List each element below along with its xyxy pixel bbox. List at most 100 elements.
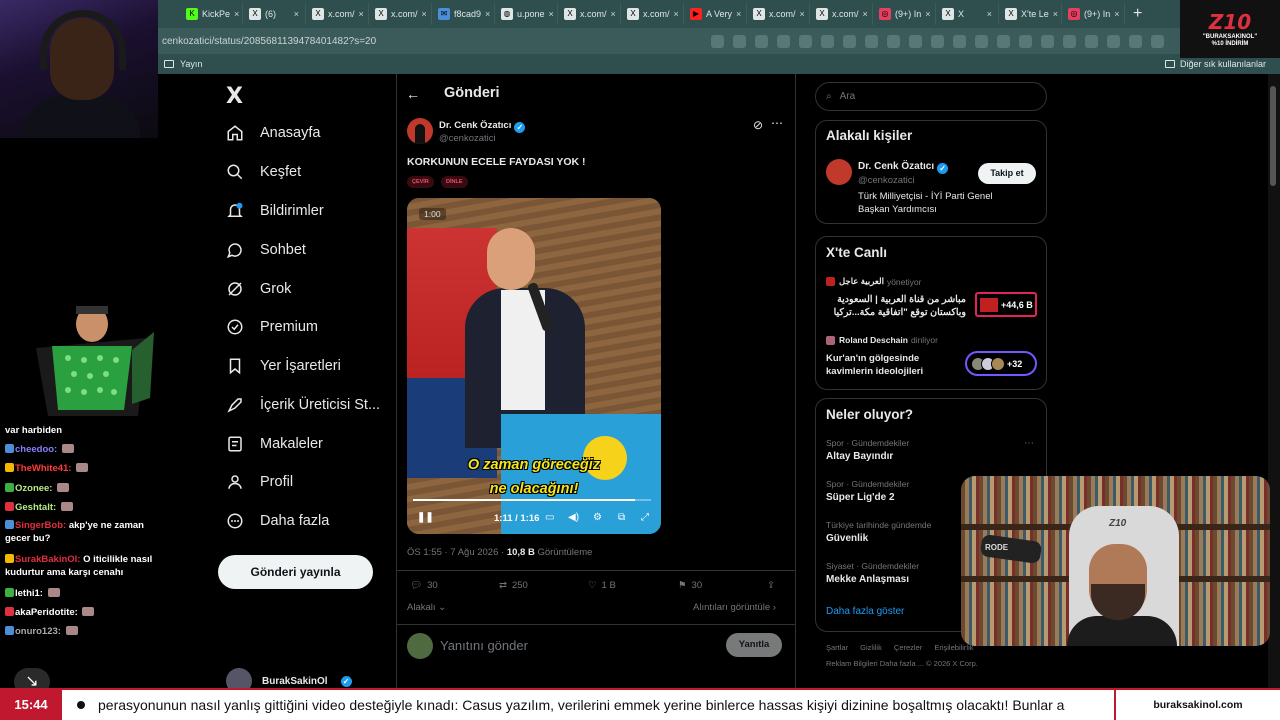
- chat-username[interactable]: cheedoo:: [15, 444, 57, 455]
- nav-item-user[interactable]: Profil: [226, 469, 293, 495]
- close-icon[interactable]: ×: [549, 9, 554, 19]
- translate-pill[interactable]: ÇEVİR: [407, 176, 434, 188]
- extension-icon[interactable]: [777, 34, 790, 48]
- browser-tab[interactable]: Xx.com/ ×: [558, 3, 621, 25]
- live-host[interactable]: العربية عاجل yönetiyor: [826, 276, 921, 287]
- nav-item-premium[interactable]: Premium: [226, 314, 318, 340]
- close-icon[interactable]: ×: [1114, 9, 1119, 19]
- chat-username[interactable]: lethi1:: [15, 588, 43, 599]
- captions-icon[interactable]: ▭: [545, 512, 554, 523]
- extension-icon[interactable]: [1019, 34, 1032, 48]
- nav-item-rocket[interactable]: İçerik Üreticisi St...: [226, 392, 380, 418]
- nav-item-search[interactable]: Keşfet: [226, 159, 301, 185]
- trend-name[interactable]: Altay Bayındır: [826, 451, 893, 462]
- browser-tab[interactable]: Xx.com/ ×: [810, 3, 873, 25]
- related-name[interactable]: Dr. Cenk Özatıcı ✓: [858, 161, 949, 174]
- live-host[interactable]: Roland Deschain dinliyor: [826, 335, 938, 345]
- view-quotes-link[interactable]: Alıntıları görüntüle ›: [693, 602, 776, 613]
- extension-icon[interactable]: [799, 34, 812, 48]
- extension-icon[interactable]: [1107, 34, 1120, 48]
- author-name[interactable]: Dr. Cenk Özatıcı ✓: [439, 120, 526, 133]
- footer-links[interactable]: Şartlar Gizlilik Çerezler Erişilebilirli…: [826, 643, 974, 652]
- extension-icon[interactable]: [1151, 34, 1164, 48]
- url-text[interactable]: cenkozatici/status/2085681139478401482?s…: [162, 36, 376, 47]
- browser-tab[interactable]: ✉ f8cad9 ×: [432, 3, 495, 25]
- extension-icon[interactable]: [821, 34, 834, 48]
- trend-name[interactable]: Mekke Anlaşması: [826, 574, 909, 585]
- browser-tab[interactable]: X (6) ×: [243, 3, 306, 25]
- bookmark-action[interactable]: ⚑ 30: [678, 580, 702, 591]
- avatar[interactable]: [826, 159, 852, 185]
- close-icon[interactable]: ×: [234, 9, 239, 19]
- live-item-title[interactable]: Kur'an'ın gölgesinde kavimlerin ideoloji…: [826, 352, 966, 378]
- like-action[interactable]: ♡ 1 B: [588, 580, 616, 591]
- nav-item-more[interactable]: Daha fazla: [226, 508, 329, 534]
- chat-username[interactable]: SurakBakinOl:: [15, 554, 80, 565]
- chat-username[interactable]: SingerBob:: [15, 520, 66, 531]
- nav-item-home[interactable]: Anasayfa: [226, 120, 320, 146]
- follow-button[interactable]: Takip et: [978, 163, 1036, 184]
- close-icon[interactable]: ×: [674, 9, 679, 19]
- footer-links[interactable]: Reklam Bilgileri Daha fazla ... © 2026 X…: [826, 659, 978, 668]
- chat-username[interactable]: akaPeridotite:: [15, 607, 78, 618]
- browser-tab[interactable]: ◎ (9+) In ×: [1062, 3, 1125, 25]
- extension-icon[interactable]: [733, 34, 746, 48]
- fullscreen-icon[interactable]: ⤢: [641, 512, 649, 523]
- bookmark-yayin[interactable]: Yayın: [164, 59, 202, 69]
- trend-name[interactable]: Süper Lig'de 2: [826, 492, 895, 503]
- share-icon[interactable]: ⇪: [767, 580, 775, 591]
- close-icon[interactable]: ×: [1053, 9, 1058, 19]
- browser-tab[interactable]: X X ×: [936, 3, 999, 25]
- extension-icon[interactable]: [931, 34, 944, 48]
- extension-icon[interactable]: [1041, 34, 1054, 48]
- nav-item-bell[interactable]: Bildirimler: [226, 198, 324, 224]
- browser-address-bar[interactable]: cenkozatici/status/2085681139478401482?s…: [158, 28, 1280, 54]
- extension-icon[interactable]: [953, 34, 966, 48]
- more-options-icon[interactable]: ⋯: [771, 116, 783, 130]
- extension-icon[interactable]: [997, 34, 1010, 48]
- close-icon[interactable]: ×: [485, 9, 490, 19]
- nav-item-article[interactable]: Makaleler: [226, 431, 323, 457]
- scrollbar-thumb[interactable]: [1270, 86, 1276, 186]
- bookmark-other[interactable]: Diğer sık kullanılanlar: [1164, 59, 1266, 69]
- live-listeners-badge[interactable]: +32: [965, 351, 1037, 376]
- browser-tab[interactable]: ▶ A Very ×: [684, 3, 747, 25]
- close-icon[interactable]: ×: [987, 9, 992, 19]
- author-avatar[interactable]: [407, 118, 433, 144]
- nav-item-grok[interactable]: Grok: [226, 276, 291, 302]
- post-button[interactable]: Gönderi yayınla: [218, 555, 373, 589]
- chat-username[interactable]: Geshtalt:: [15, 502, 56, 513]
- close-icon[interactable]: ×: [294, 9, 299, 19]
- back-arrow-icon[interactable]: ←: [406, 86, 420, 102]
- show-more-link[interactable]: Daha fazla göster: [826, 606, 904, 617]
- browser-tab[interactable]: Xx.com/ ×: [306, 3, 369, 25]
- reply-action[interactable]: 💬︎ 30: [410, 580, 438, 591]
- extension-icon[interactable]: [711, 34, 724, 48]
- browser-tab[interactable]: ◎ (9+) In ×: [873, 3, 936, 25]
- chat-username[interactable]: TheWhite41:: [15, 463, 71, 474]
- settings-gear-icon[interactable]: ⚙: [593, 512, 602, 523]
- pause-icon[interactable]: ❚❚: [417, 512, 434, 523]
- extension-icon[interactable]: [865, 34, 878, 48]
- close-icon[interactable]: ×: [611, 9, 616, 19]
- chat-username[interactable]: onuro123:: [15, 626, 61, 637]
- live-item-title[interactable]: مباشر من قناة العربية | السعودية وباكستا…: [826, 293, 966, 319]
- close-icon[interactable]: ×: [800, 9, 805, 19]
- close-icon[interactable]: ×: [422, 9, 427, 19]
- listen-pill[interactable]: DİNLE: [441, 176, 468, 188]
- trend-name[interactable]: Güvenlik: [826, 533, 868, 544]
- author-handle[interactable]: @cenkozatici: [439, 133, 496, 144]
- extension-icon[interactable]: [1129, 34, 1142, 48]
- nav-item-bookmark[interactable]: Yer İşaretleri: [226, 353, 341, 379]
- browser-tab[interactable]: Xx.com/ ×: [747, 3, 810, 25]
- browser-tab[interactable]: K KickPe ×: [180, 3, 243, 25]
- volume-icon[interactable]: ◀): [568, 512, 579, 523]
- repost-action[interactable]: ⇄ 250: [499, 580, 528, 591]
- close-icon[interactable]: ×: [359, 9, 364, 19]
- extension-icon[interactable]: [975, 34, 988, 48]
- sort-relevance-dropdown[interactable]: Alakalı ⌄: [407, 602, 446, 613]
- reply-input[interactable]: Yanıtını gönder: [440, 638, 528, 653]
- browser-tab[interactable]: X X'te Le ×: [999, 3, 1062, 25]
- browser-tab[interactable]: ◍ u.pone ×: [495, 3, 558, 25]
- live-listeners-badge[interactable]: +44,6 B: [975, 292, 1037, 317]
